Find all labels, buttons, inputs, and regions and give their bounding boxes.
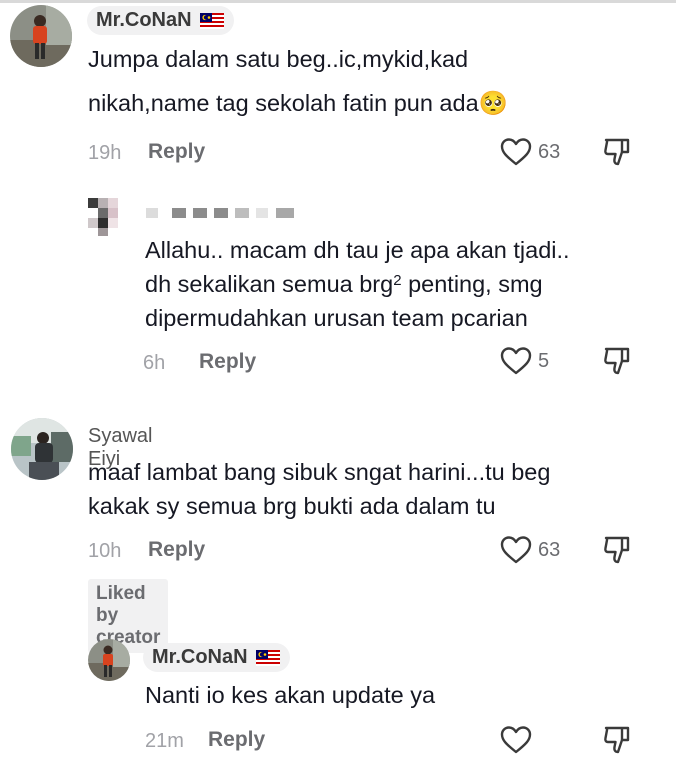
comment-text-line: kakak sy semua brg bukti ada dalam tu bbox=[88, 493, 496, 519]
censored-username bbox=[235, 208, 249, 218]
comment-text-line: maaf lambat bang sibuk sngat harini...tu… bbox=[88, 459, 551, 485]
avatar[interactable] bbox=[11, 418, 73, 480]
thumbs-down-icon[interactable] bbox=[602, 535, 634, 565]
heart-outline-icon[interactable] bbox=[500, 535, 532, 565]
thumbs-down-icon[interactable] bbox=[602, 137, 634, 167]
reply-button[interactable]: Reply bbox=[199, 350, 256, 374]
comment-text-line: Jumpa dalam satu beg..ic,mykid,kad bbox=[88, 46, 469, 72]
like-count: 5 bbox=[538, 350, 550, 372]
timestamp: 19h bbox=[88, 142, 122, 164]
censored-username bbox=[172, 208, 186, 218]
comment-text: nikah,name tag sekolah fatin pun ada bbox=[88, 90, 479, 116]
comment-text: dh sekalikan semua brg bbox=[145, 271, 394, 297]
reply-button[interactable]: Reply bbox=[148, 140, 205, 164]
comment-text-line: dh sekalikan semua brg2 penting, smg bbox=[145, 266, 543, 303]
censored-username bbox=[256, 208, 268, 218]
censored-username bbox=[276, 208, 294, 218]
username-pill[interactable]: Mr.CoNaN bbox=[87, 6, 234, 35]
timestamp: 6h bbox=[143, 352, 166, 374]
timestamp: 10h bbox=[88, 540, 122, 562]
like-count: 63 bbox=[538, 539, 561, 561]
username[interactable]: Mr.CoNaN bbox=[96, 9, 192, 32]
thumbs-down-icon[interactable] bbox=[602, 346, 634, 376]
avatar[interactable] bbox=[10, 5, 72, 67]
heart-outline-icon[interactable] bbox=[500, 725, 532, 755]
malaysia-flag-icon bbox=[255, 649, 280, 666]
pleading-face-emoji-icon: 🥺 bbox=[478, 90, 508, 116]
avatar[interactable] bbox=[88, 639, 130, 681]
heart-outline-icon[interactable] bbox=[500, 137, 532, 167]
username[interactable]: Mr.CoNaN bbox=[152, 646, 248, 669]
comment-text-line: nikah,name tag sekolah fatin pun ada🥺 bbox=[88, 85, 508, 122]
avatar[interactable] bbox=[85, 195, 129, 239]
timestamp: 21m bbox=[145, 730, 184, 752]
censored-username bbox=[146, 208, 158, 218]
reply-button[interactable]: Reply bbox=[208, 728, 265, 752]
comment-text-line: dipermudahkan urusan team pcarian bbox=[145, 305, 528, 331]
reply-button[interactable]: Reply bbox=[148, 538, 205, 562]
censored-username bbox=[214, 208, 228, 218]
comment-text-line: Allahu.. macam dh tau je apa akan tjadi.… bbox=[145, 237, 570, 263]
superscript: 2 bbox=[393, 272, 402, 289]
comment-text: penting, smg bbox=[401, 271, 543, 297]
like-count: 63 bbox=[538, 141, 561, 163]
thumbs-down-icon[interactable] bbox=[602, 725, 634, 755]
comment-text-line: Nanti io kes akan update ya bbox=[145, 682, 436, 708]
malaysia-flag-icon bbox=[199, 12, 224, 29]
censored-username bbox=[193, 208, 207, 218]
username-pill[interactable]: Mr.CoNaN bbox=[143, 643, 290, 672]
heart-outline-icon[interactable] bbox=[500, 346, 532, 376]
top-divider bbox=[0, 0, 676, 3]
